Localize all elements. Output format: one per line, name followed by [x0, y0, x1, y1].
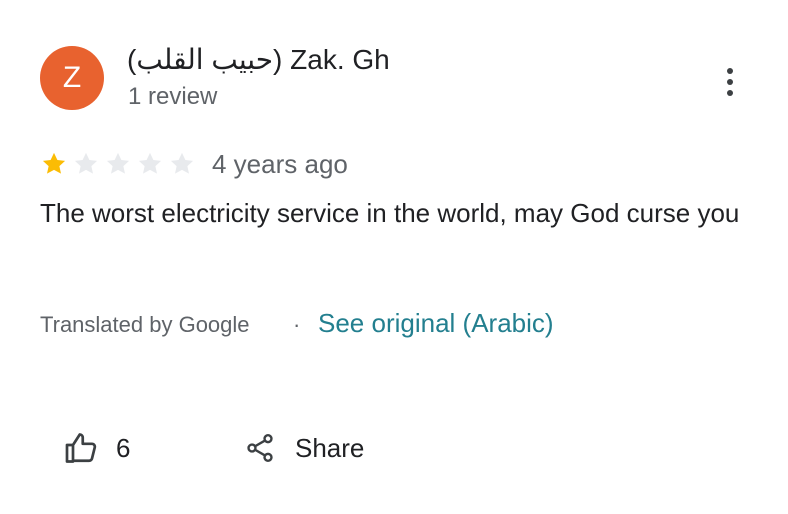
share-button[interactable]: Share: [240, 424, 380, 472]
separator-dot: ·: [293, 312, 301, 337]
more-vert-dot: [727, 68, 733, 74]
avatar[interactable]: Z: [40, 46, 104, 110]
translated-by-label: Translated by Google: [40, 312, 250, 337]
see-original-link[interactable]: See original (Arabic): [318, 306, 554, 340]
star-empty-icon: [104, 150, 132, 178]
more-vert-dot: [727, 90, 733, 96]
more-options-button[interactable]: [714, 64, 746, 100]
thumb-up-icon: [64, 430, 100, 466]
review-text: The worst electricity service in the wor…: [40, 198, 740, 228]
author-name[interactable]: (حبيب القلب) Zak. Gh: [127, 42, 390, 78]
more-vert-dot: [727, 79, 733, 85]
review-time: 4 years ago: [212, 149, 348, 179]
like-count: 6: [116, 433, 131, 463]
like-button[interactable]: 6: [58, 424, 148, 472]
share-icon: [244, 432, 276, 464]
star-empty-icon: [136, 150, 164, 178]
star-empty-icon: [72, 150, 100, 178]
share-label: Share: [295, 433, 365, 463]
star-filled-icon: [40, 150, 68, 178]
star-empty-icon: [168, 150, 196, 178]
review-card: Z (حبيب القلب) Zak. Gh 1 review 4 years …: [0, 0, 788, 514]
star-rating: [40, 150, 200, 178]
author-review-count[interactable]: 1 review: [128, 82, 217, 112]
